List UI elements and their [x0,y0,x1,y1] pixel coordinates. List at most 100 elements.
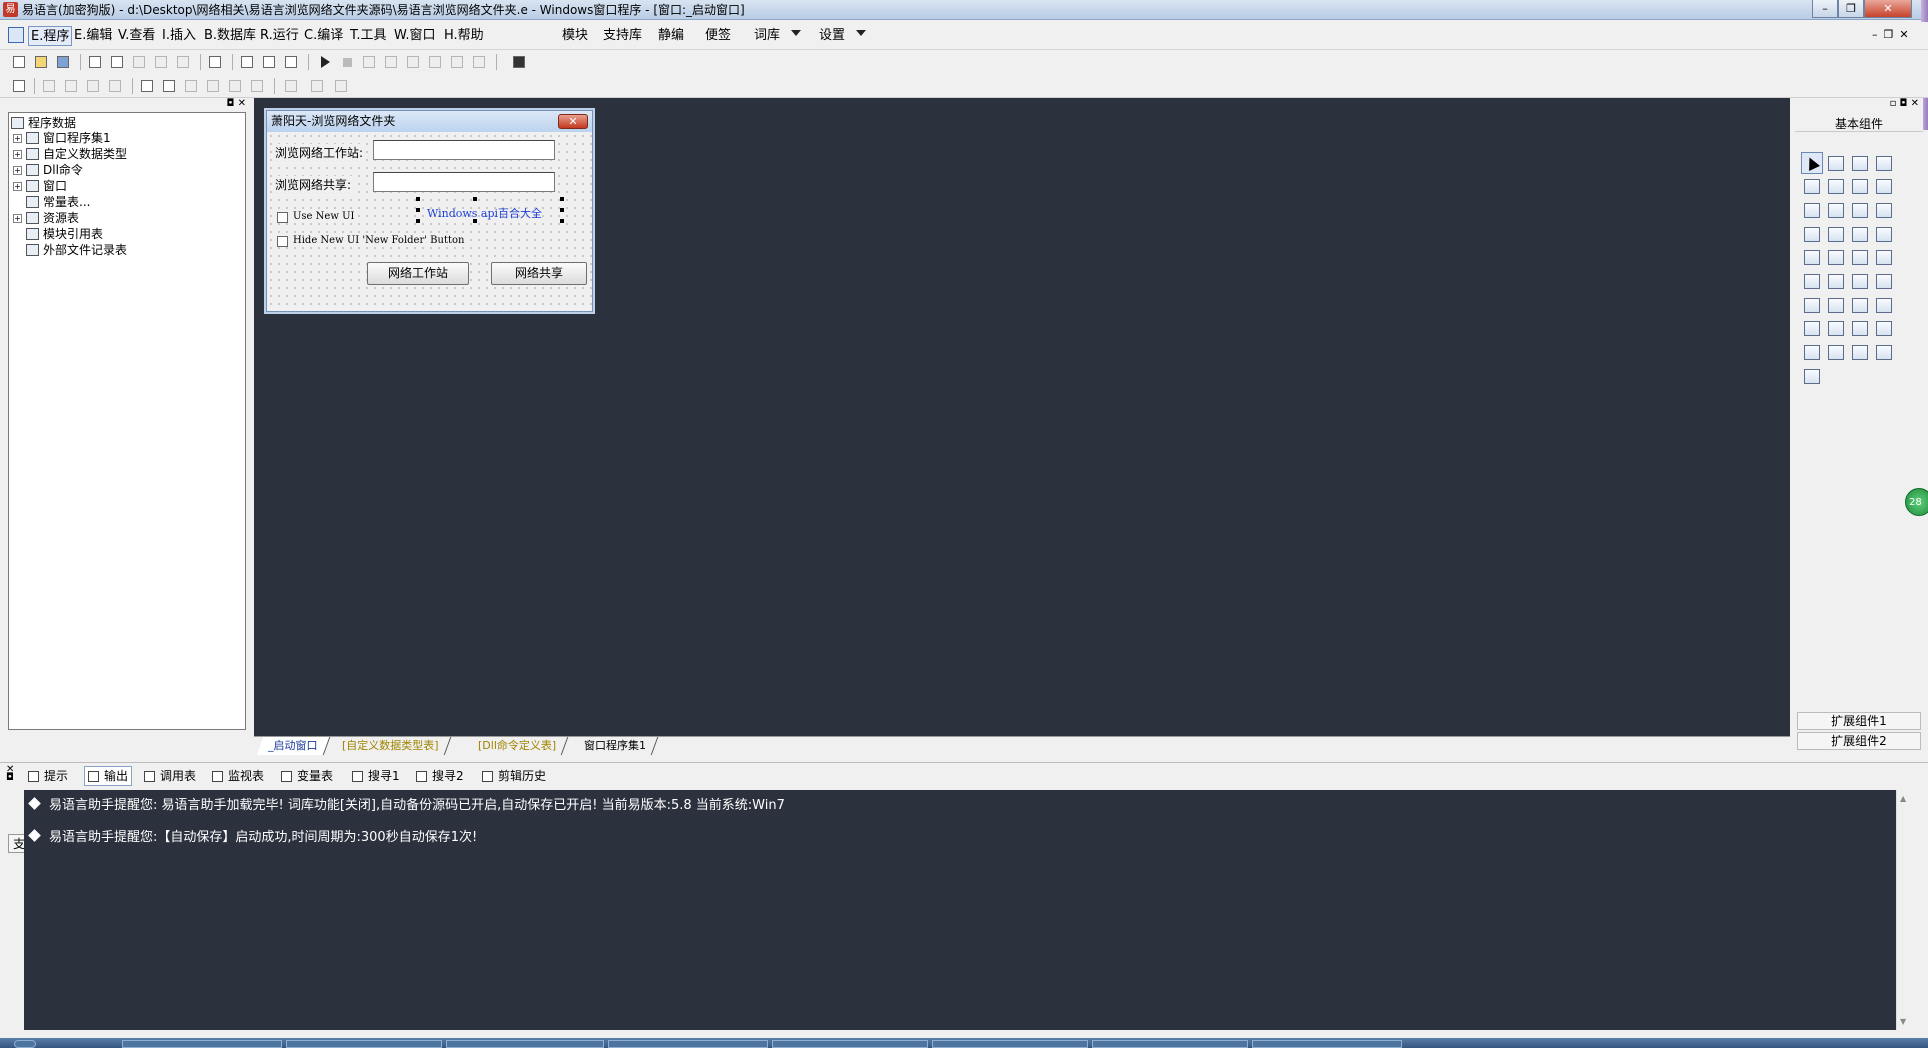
progress-component-icon[interactable] [1825,223,1847,245]
tab-variable-table[interactable]: 变量表 [281,766,333,786]
stop-icon[interactable] [338,53,356,71]
start-button[interactable] [14,1040,36,1048]
share-input[interactable] [373,172,555,192]
menu-edit[interactable]: E.编辑 [72,26,114,46]
menu-notes[interactable]: 便签 [703,26,733,46]
design-canvas[interactable]: 萧阳天-浏览网络文件夹 ✕ 浏览网络工作站: 浏览网络共享: Use New U… [254,98,1790,736]
tab-clip-history[interactable]: 剪辑历史 [482,766,546,786]
mdi-window-controls[interactable]: –❐✕ [1872,28,1915,41]
panel-controls[interactable]: ◘ ✕ [227,98,246,109]
restore-button[interactable]: ❐ [1838,0,1864,18]
space-vertical-icon[interactable] [204,77,222,95]
selection-handle[interactable] [560,197,564,201]
menu-static-compile[interactable]: 静编 [656,26,686,46]
taskbar-item[interactable] [286,1040,442,1048]
space-horizontal-icon[interactable] [182,77,200,95]
run-to-cursor-icon[interactable] [448,53,466,71]
same-width-icon[interactable] [282,77,300,95]
align-left-icon[interactable] [40,77,58,95]
redo-icon[interactable] [152,53,170,71]
tree-item-window-set[interactable]: + 窗口程序集1 [13,130,111,146]
expand-icon[interactable]: + [13,181,22,191]
taskbar-item[interactable] [1092,1040,1248,1048]
tab-search2[interactable]: 搜寻2 [416,766,464,786]
form-close-button[interactable]: ✕ [558,114,588,129]
selection-handle[interactable] [560,208,564,212]
new-file-icon[interactable] [10,53,28,71]
align-right-icon[interactable] [62,77,80,95]
assistant-bubble[interactable]: 28 [1905,488,1928,516]
run-icon[interactable] [316,53,334,71]
tab-window-program-set[interactable]: 窗口程序集1 [572,737,659,755]
output-panel-controls[interactable]: ✕ ◘ [6,765,14,783]
step-icon[interactable] [360,53,378,71]
tab-dll-definitions[interactable]: [Dll命令定义表] [466,737,569,755]
distribute-h-icon[interactable] [226,77,244,95]
listbox-component-icon[interactable] [1849,199,1871,221]
layout-1-icon[interactable] [238,53,256,71]
grid-component-icon[interactable] [1801,223,1823,245]
network-component-icon[interactable] [1849,294,1871,316]
hide-new-folder-checkbox[interactable] [277,236,288,247]
edit-component-icon[interactable] [1801,176,1823,198]
layout-2-icon[interactable] [260,53,278,71]
slider-component-icon[interactable] [1873,223,1895,245]
workstation-input[interactable] [373,140,555,160]
selection-handle[interactable] [416,219,420,223]
tab-watch-table[interactable]: 监视表 [212,766,264,786]
step-into-icon[interactable] [382,53,400,71]
pointer-component-icon[interactable] [1801,152,1823,174]
menu-modules[interactable]: 模块 [560,26,590,46]
scroll-down-icon[interactable]: ▼ [1900,1017,1906,1026]
settings-dropdown-icon[interactable] [856,30,866,36]
expand-icon[interactable]: + [13,149,22,159]
grid-icon[interactable] [10,77,28,95]
menu-database[interactable]: B.数据库 [202,26,258,46]
align-bottom-icon[interactable] [106,77,124,95]
button-bar-component-icon[interactable] [1825,271,1847,293]
frame-component-icon[interactable] [1825,176,1847,198]
clock-component-icon[interactable] [1801,294,1823,316]
panel-component-icon[interactable] [1825,247,1847,269]
close-button[interactable]: ✕ [1864,0,1912,18]
output-console[interactable]: 易语言助手提醒您: 易语言助手加载完毕! 词库功能[关闭],自动备份源码已开启,… [24,790,1904,1030]
printer-component-icon[interactable] [1825,294,1847,316]
timer-component-icon[interactable] [1873,247,1895,269]
binoculars-icon[interactable] [510,53,528,71]
selection-handle[interactable] [473,197,477,201]
expand-icon[interactable]: + [13,165,22,175]
tree-item-window[interactable]: + 窗口 [13,178,67,194]
text-component-icon[interactable] [1849,176,1871,198]
tree-item-constants[interactable]: 常量表... [26,194,90,210]
hand-icon[interactable] [470,53,488,71]
chart-component-icon[interactable] [1849,342,1871,364]
ext-components-2-tab[interactable]: 扩展组件2 [1797,732,1921,750]
taskbar-item[interactable] [446,1040,604,1048]
tree-component-icon[interactable] [1801,342,1823,364]
selection-handle[interactable] [416,208,420,212]
distribute-v-icon[interactable] [248,77,266,95]
copy-icon[interactable] [108,53,126,71]
status-component-icon[interactable] [1849,271,1871,293]
shape-component-icon[interactable] [1873,152,1895,174]
pipe-component-icon[interactable] [1825,318,1847,340]
odbc-component-icon[interactable] [1873,342,1895,364]
menu-window[interactable]: W.窗口 [392,26,438,46]
db-provider-component-icon[interactable] [1825,342,1847,364]
tab-strip-component-icon[interactable] [1801,247,1823,269]
checkbox-component-icon[interactable] [1801,199,1823,221]
tab-search1[interactable]: 搜寻1 [352,766,400,786]
paste-icon[interactable] [130,53,148,71]
scroll-component-icon[interactable] [1849,223,1871,245]
center-horizontal-icon[interactable] [138,77,156,95]
use-new-ui-checkbox[interactable] [277,212,288,223]
cut-icon[interactable] [86,53,104,71]
tree-item-dll[interactable]: + Dll命令 [13,162,83,178]
step-out-icon[interactable] [404,53,422,71]
tree-item-external-files[interactable]: 外部文件记录表 [26,242,127,258]
menu-program[interactable]: E.程序 [28,26,73,46]
odbc-source-component-icon[interactable] [1801,365,1823,387]
menu-support-lib[interactable]: 支持库 [601,26,644,46]
menu-lexicon[interactable]: 词库 [752,26,782,46]
open-folder-icon[interactable] [32,53,50,71]
